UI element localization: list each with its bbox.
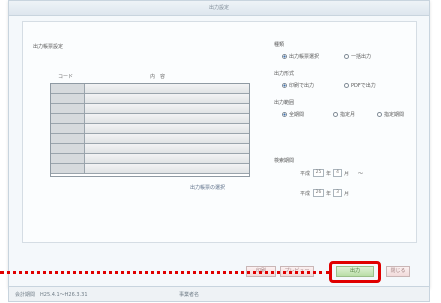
radio-specified-month[interactable]: 指定月 [333, 111, 355, 118]
dialog-title: 出力設定 [208, 5, 229, 11]
radio-dot[interactable] [344, 54, 349, 59]
left-section-title: 出力帳票設定 [33, 44, 64, 50]
output-button-highlight [329, 261, 381, 283]
table-row[interactable] [51, 94, 249, 104]
grid-col-code: コード [58, 74, 74, 80]
group4-title: 検索期間 [274, 158, 295, 164]
radio-dot[interactable] [344, 83, 349, 88]
table-row[interactable] [51, 104, 249, 114]
radio-all-period[interactable]: 全期間 [282, 111, 304, 118]
table-row[interactable] [51, 144, 249, 154]
table-row[interactable] [51, 154, 249, 164]
to-month-unit: 月 [344, 191, 350, 197]
radio-dot[interactable] [282, 83, 287, 88]
from-year-input[interactable]: 25 [313, 169, 324, 177]
from-month-unit: 月 [344, 171, 350, 177]
radio-print-output[interactable]: 印刷で出力 [282, 82, 314, 89]
pointer-dotted-line [0, 271, 330, 274]
radio-dot[interactable] [282, 54, 287, 59]
to-month-input[interactable]: 3 [333, 189, 342, 197]
table-row[interactable] [51, 114, 249, 124]
table-row[interactable] [51, 84, 249, 94]
radio-batch-output[interactable]: 一括出力 [344, 53, 371, 60]
radio-specified-range[interactable]: 指定期間 [377, 111, 404, 118]
table-row[interactable] [51, 124, 249, 134]
dialog-titlebar: 出力設定 [9, 1, 429, 16]
group2-title: 出力形式 [274, 71, 295, 77]
status-company: 事業者名 [179, 292, 200, 298]
from-year-unit: 年 [326, 171, 332, 177]
radio-dot[interactable] [377, 112, 382, 117]
close-button[interactable]: 閉じる [386, 266, 410, 277]
from-month-input[interactable]: 4 [333, 169, 342, 177]
radio-dot[interactable] [333, 112, 338, 117]
to-year-input[interactable]: 26 [313, 189, 324, 197]
range-separator: 〜 [358, 171, 364, 177]
status-bar: 会計期間 H25.4.1〜H26.3.31 事業者名 [8, 286, 430, 302]
radio-pdf-output[interactable]: PDFで出力 [344, 82, 376, 89]
status-period: 会計期間 H25.4.1〜H26.3.31 [15, 292, 88, 298]
report-grid[interactable] [50, 83, 250, 177]
group1-title: 種類 [274, 42, 285, 48]
select-report-link[interactable]: 出力帳票の選択 [190, 184, 225, 191]
table-row[interactable] [51, 134, 249, 144]
radio-report-select[interactable]: 出力帳票選択 [282, 53, 319, 60]
grid-col-content: 内 容 [150, 74, 166, 80]
to-year-unit: 年 [326, 191, 332, 197]
table-row[interactable] [51, 164, 249, 174]
from-era: 平成 [300, 171, 311, 177]
to-era: 平成 [300, 191, 311, 197]
radio-dot[interactable] [282, 112, 287, 117]
group3-title: 出力範囲 [274, 100, 295, 106]
